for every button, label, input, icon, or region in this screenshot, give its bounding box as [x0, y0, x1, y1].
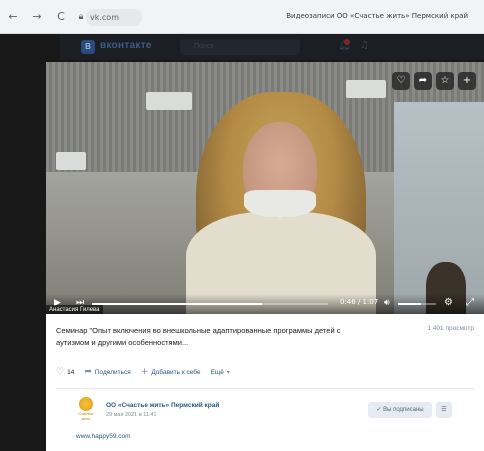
heart-icon[interactable]: ♡: [392, 72, 410, 90]
browser-toolbar: ← → C 🔒︎ vk.com Видеозаписи ОО «Счастье …: [0, 0, 484, 34]
progress-bar[interactable]: [92, 303, 328, 305]
view-count: 1 401 просмотр: [427, 325, 474, 332]
ceiling-light: [146, 92, 192, 110]
sun-icon: [79, 397, 93, 411]
gear-icon[interactable]: ⚙: [444, 297, 453, 308]
like-button[interactable]: ♡ 14: [56, 367, 74, 377]
more-label: Ещё: [210, 368, 224, 376]
plus-icon: +: [140, 367, 149, 377]
search-input[interactable]: Поиск: [180, 39, 300, 55]
music-icon[interactable]: ♫: [360, 40, 369, 51]
bookmark-icon[interactable]: ☆: [436, 72, 454, 90]
video-caption: Анастасия Гилева: [46, 305, 103, 314]
avatar[interactable]: Счастье жить: [76, 397, 96, 421]
address-url[interactable]: vk.com: [90, 10, 119, 25]
video-top-actions: ♡ ➦ ☆ +: [392, 72, 476, 90]
vk-logo-icon[interactable]: B: [81, 40, 95, 54]
video-modal: ♡ ➦ ☆ + ▶ ⏭ 0:46 / 1:07 🔊︎ ⚙ ⤢ Анастасия…: [46, 62, 484, 451]
video-player[interactable]: ♡ ➦ ☆ + ▶ ⏭ 0:46 / 1:07 🔊︎ ⚙ ⤢ Анастасия…: [46, 62, 484, 314]
ceiling-light: [346, 80, 386, 98]
heart-icon: ♡: [56, 367, 65, 377]
add-icon[interactable]: +: [458, 72, 476, 90]
video-controls: ▶ ⏭ 0:46 / 1:07 🔊︎ ⚙ ⤢: [46, 294, 484, 314]
vk-logo-text[interactable]: вконтакте: [100, 40, 152, 51]
fullscreen-icon[interactable]: ⤢: [466, 297, 474, 308]
notification-dot: [344, 39, 350, 45]
channel-name[interactable]: ОО «Счастье жить» Пермский край: [106, 402, 219, 409]
subscribed-button[interactable]: ✓ Вы подписаны: [368, 402, 432, 418]
share-button[interactable]: ➦ Поделиться: [84, 367, 130, 377]
vk-header: B вконтакте Поиск 🔔︎ ♫: [60, 34, 484, 60]
ceiling-light: [56, 152, 86, 170]
website-link[interactable]: www.happy59.com: [76, 433, 131, 440]
add-label: Добавить к себе: [151, 368, 201, 376]
chevron-down-icon: ▾: [226, 368, 230, 376]
channel-menu-button[interactable]: ☰: [436, 402, 452, 418]
progress-fill: [92, 303, 262, 305]
add-to-mine-button[interactable]: + Добавить к себе: [141, 367, 201, 377]
publish-date: 29 мая 2021 в 11:41: [106, 412, 157, 418]
volume-fill: [398, 303, 421, 305]
volume-icon[interactable]: 🔊︎: [384, 298, 390, 308]
time-display: 0:46 / 1:07: [340, 298, 379, 306]
volume-slider[interactable]: [398, 303, 436, 305]
share-icon: ➦: [84, 367, 92, 377]
share-icon[interactable]: ➦: [414, 72, 432, 90]
like-count: 14: [67, 368, 75, 376]
video-actions: ♡ 14 ➦ Поделиться + Добавить к себе Ещё …: [56, 367, 230, 377]
speaker-mask: [244, 190, 316, 218]
share-label: Поделиться: [94, 368, 131, 376]
divider: [56, 388, 474, 389]
video-title: Семинар "Опыт включения во внешкольные а…: [56, 326, 341, 347]
avatar-label: Счастье жить: [78, 411, 94, 421]
reload-icon[interactable]: C: [54, 10, 68, 24]
forward-icon[interactable]: →: [30, 10, 44, 24]
page-title: Видеозаписи ОО «Счастье жить» Пермский к…: [286, 12, 468, 20]
back-icon[interactable]: ←: [6, 10, 20, 24]
more-button[interactable]: Ещё ▾: [211, 369, 230, 376]
